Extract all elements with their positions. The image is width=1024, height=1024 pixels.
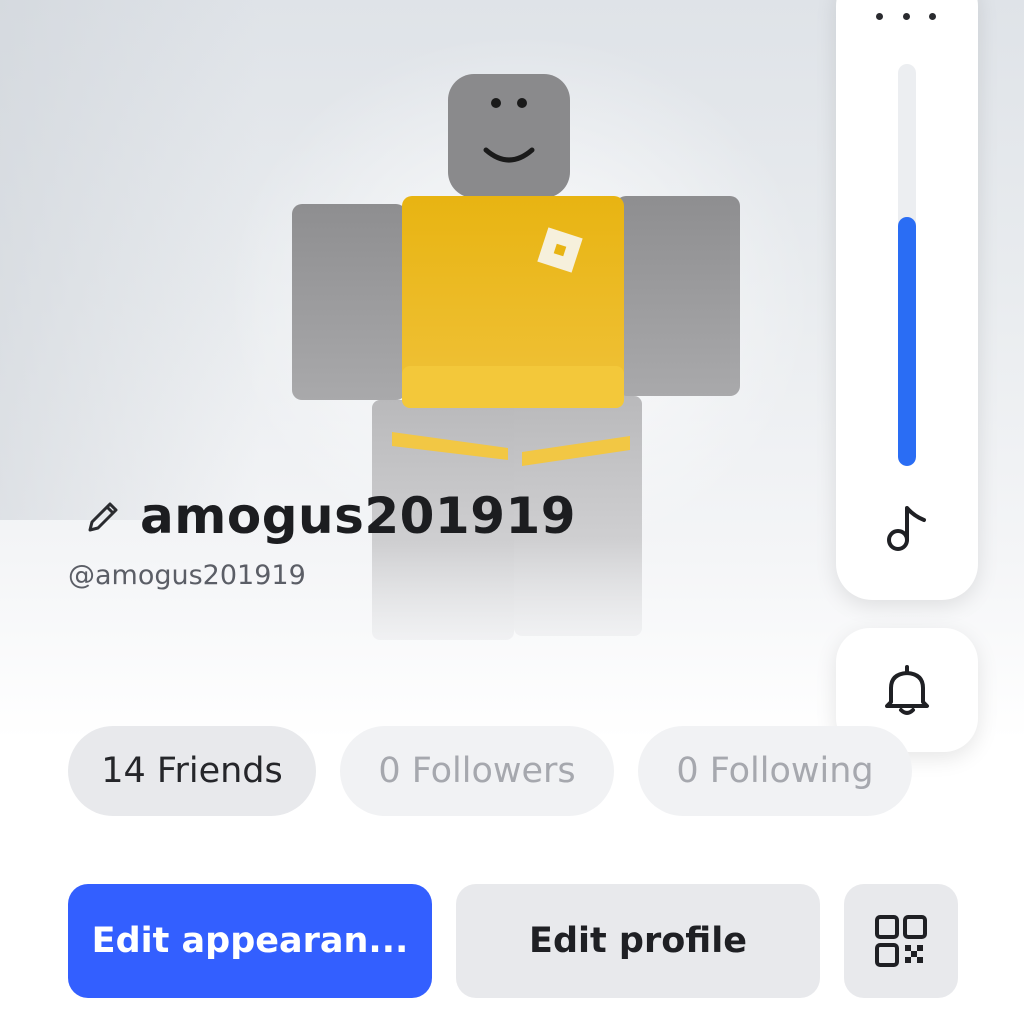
edit-profile-button[interactable]: Edit profile: [456, 884, 820, 998]
avatar-eye-right: [517, 98, 527, 108]
followers-count-button[interactable]: 0 Followers: [340, 726, 614, 816]
pencil-icon[interactable]: [82, 494, 126, 538]
avatar-arm-left: [292, 204, 406, 400]
volume-slider-fill: [898, 217, 916, 466]
display-name: amogus201919: [140, 487, 577, 545]
qr-code-button[interactable]: [844, 884, 958, 998]
more-horizontal-icon[interactable]: [876, 6, 936, 26]
friends-count-button[interactable]: 14 Friends: [68, 726, 316, 816]
avatar-arm-right: [616, 196, 740, 396]
following-count-button[interactable]: 0 Following: [638, 726, 912, 816]
display-name-row[interactable]: amogus201919: [82, 487, 577, 545]
avatar-eye-left: [491, 98, 501, 108]
qr-code-icon: [875, 915, 927, 967]
username-handle: @amogus201919: [68, 560, 306, 591]
side-control-panel: [836, 0, 978, 600]
edit-appearance-button[interactable]: Edit appearan...: [68, 884, 432, 998]
avatar-torso-band: [402, 366, 624, 408]
volume-slider[interactable]: [898, 64, 916, 466]
social-stats: 14 Friends 0 Followers 0 Following: [68, 726, 912, 816]
avatar-head: [448, 74, 570, 198]
bell-icon: [885, 665, 929, 715]
profile-actions: Edit appearan... Edit profile: [68, 884, 958, 998]
music-note-icon[interactable]: [878, 498, 938, 558]
